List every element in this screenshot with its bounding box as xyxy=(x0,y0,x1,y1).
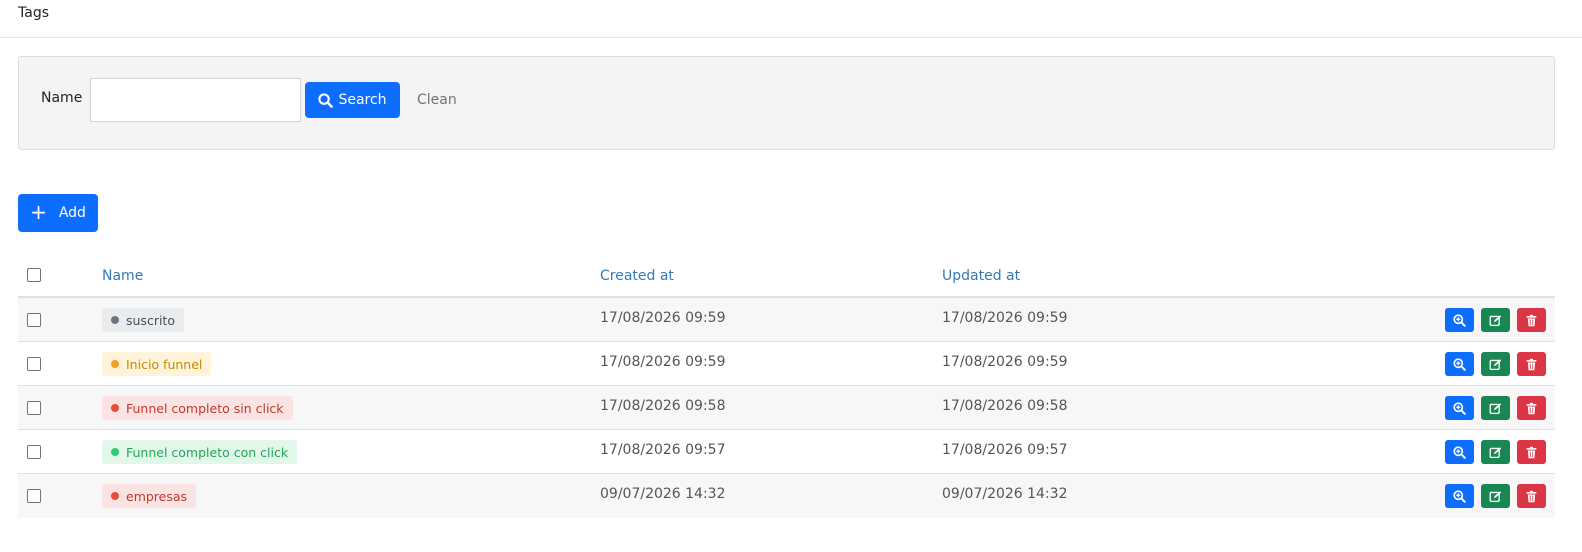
table-row: empresas 09/07/2026 14:32 09/07/2026 14:… xyxy=(18,474,1555,518)
delete-button[interactable] xyxy=(1517,352,1546,376)
tags-table: Name Created at Updated at suscrito 17/0… xyxy=(18,256,1555,518)
tag-color-dot xyxy=(111,492,119,500)
created-at-cell: 17/08/2026 09:58 xyxy=(600,398,726,414)
search-icon xyxy=(318,92,334,108)
row-checkbox[interactable] xyxy=(27,357,41,371)
zoom-in-icon xyxy=(1453,489,1466,503)
search-button-label: Search xyxy=(338,92,387,108)
tag-color-dot xyxy=(111,316,119,324)
delete-button[interactable] xyxy=(1517,440,1546,464)
column-header-created-at[interactable]: Created at xyxy=(600,268,674,284)
table-body: suscrito 17/08/2026 09:59 17/08/2026 09:… xyxy=(18,298,1555,518)
tag-badge: Inicio funnel xyxy=(102,352,212,376)
row-actions xyxy=(1445,352,1546,376)
tag-badge: Funnel completo con click xyxy=(102,440,298,464)
edit-icon xyxy=(1489,446,1502,458)
created-at-cell: 17/08/2026 09:59 xyxy=(600,354,726,370)
edit-icon xyxy=(1489,314,1502,326)
zoom-in-icon xyxy=(1453,401,1466,415)
trash-icon xyxy=(1526,402,1537,414)
tag-name: suscrito xyxy=(126,312,175,328)
updated-at-cell: 17/08/2026 09:57 xyxy=(942,442,1068,458)
trash-icon xyxy=(1526,446,1537,458)
view-button[interactable] xyxy=(1445,308,1474,332)
table-header: Name Created at Updated at xyxy=(18,256,1555,298)
tag-name: empresas xyxy=(126,488,188,504)
delete-button[interactable] xyxy=(1517,484,1546,508)
clean-button[interactable]: Clean xyxy=(411,82,463,118)
table-row: suscrito 17/08/2026 09:59 17/08/2026 09:… xyxy=(18,298,1555,342)
add-button-label: Add xyxy=(58,205,86,221)
tag-name: Funnel completo con click xyxy=(126,444,289,460)
updated-at-cell: 17/08/2026 09:59 xyxy=(942,310,1068,326)
search-button[interactable]: Search xyxy=(305,82,400,118)
updated-at-cell: 09/07/2026 14:32 xyxy=(942,486,1068,502)
row-checkbox[interactable] xyxy=(27,489,41,503)
view-button[interactable] xyxy=(1445,484,1474,508)
row-actions xyxy=(1445,396,1546,420)
view-button[interactable] xyxy=(1445,352,1474,376)
row-actions xyxy=(1445,308,1546,332)
table-row: Inicio funnel 17/08/2026 09:59 17/08/202… xyxy=(18,342,1555,386)
edit-icon xyxy=(1489,402,1502,414)
edit-button[interactable] xyxy=(1481,352,1510,376)
row-actions xyxy=(1445,484,1546,508)
page-title: Tags xyxy=(18,5,49,21)
tag-badge: empresas xyxy=(102,484,197,508)
row-checkbox[interactable] xyxy=(27,313,41,327)
row-checkbox[interactable] xyxy=(27,401,41,415)
edit-button[interactable] xyxy=(1481,484,1510,508)
created-at-cell: 09/07/2026 14:32 xyxy=(600,486,726,502)
tag-name: Funnel completo sin click xyxy=(126,400,284,416)
row-actions xyxy=(1445,440,1546,464)
trash-icon xyxy=(1526,314,1537,326)
zoom-in-icon xyxy=(1453,357,1466,371)
row-checkbox[interactable] xyxy=(27,445,41,459)
select-all-checkbox[interactable] xyxy=(27,268,41,282)
zoom-in-icon xyxy=(1453,313,1466,327)
name-filter-input[interactable] xyxy=(90,78,301,122)
view-button[interactable] xyxy=(1445,440,1474,464)
view-button[interactable] xyxy=(1445,396,1474,420)
created-at-cell: 17/08/2026 09:57 xyxy=(600,442,726,458)
created-at-cell: 17/08/2026 09:59 xyxy=(600,310,726,326)
tag-name: Inicio funnel xyxy=(126,356,203,372)
tag-color-dot xyxy=(111,360,119,368)
delete-button[interactable] xyxy=(1517,308,1546,332)
tag-badge: Funnel completo sin click xyxy=(102,396,293,420)
column-header-name[interactable]: Name xyxy=(102,268,143,284)
tag-color-dot xyxy=(111,404,119,412)
column-header-updated-at[interactable]: Updated at xyxy=(942,268,1020,284)
trash-icon xyxy=(1526,490,1537,502)
table-row: Funnel completo con click 17/08/2026 09:… xyxy=(18,430,1555,474)
page-header: Tags xyxy=(0,0,1582,38)
filter-panel: Name Search Clean xyxy=(18,56,1555,150)
edit-icon xyxy=(1489,490,1502,502)
trash-icon xyxy=(1526,358,1537,370)
plus-icon: + xyxy=(30,200,47,224)
zoom-in-icon xyxy=(1453,445,1466,459)
updated-at-cell: 17/08/2026 09:59 xyxy=(942,354,1068,370)
name-filter-label: Name xyxy=(41,90,83,106)
tag-badge: suscrito xyxy=(102,308,184,332)
tag-color-dot xyxy=(111,448,119,456)
edit-button[interactable] xyxy=(1481,308,1510,332)
edit-button[interactable] xyxy=(1481,396,1510,420)
table-row: Funnel completo sin click 17/08/2026 09:… xyxy=(18,386,1555,430)
edit-icon xyxy=(1489,358,1502,370)
add-button[interactable]: + Add xyxy=(18,194,98,232)
updated-at-cell: 17/08/2026 09:58 xyxy=(942,398,1068,414)
delete-button[interactable] xyxy=(1517,396,1546,420)
edit-button[interactable] xyxy=(1481,440,1510,464)
